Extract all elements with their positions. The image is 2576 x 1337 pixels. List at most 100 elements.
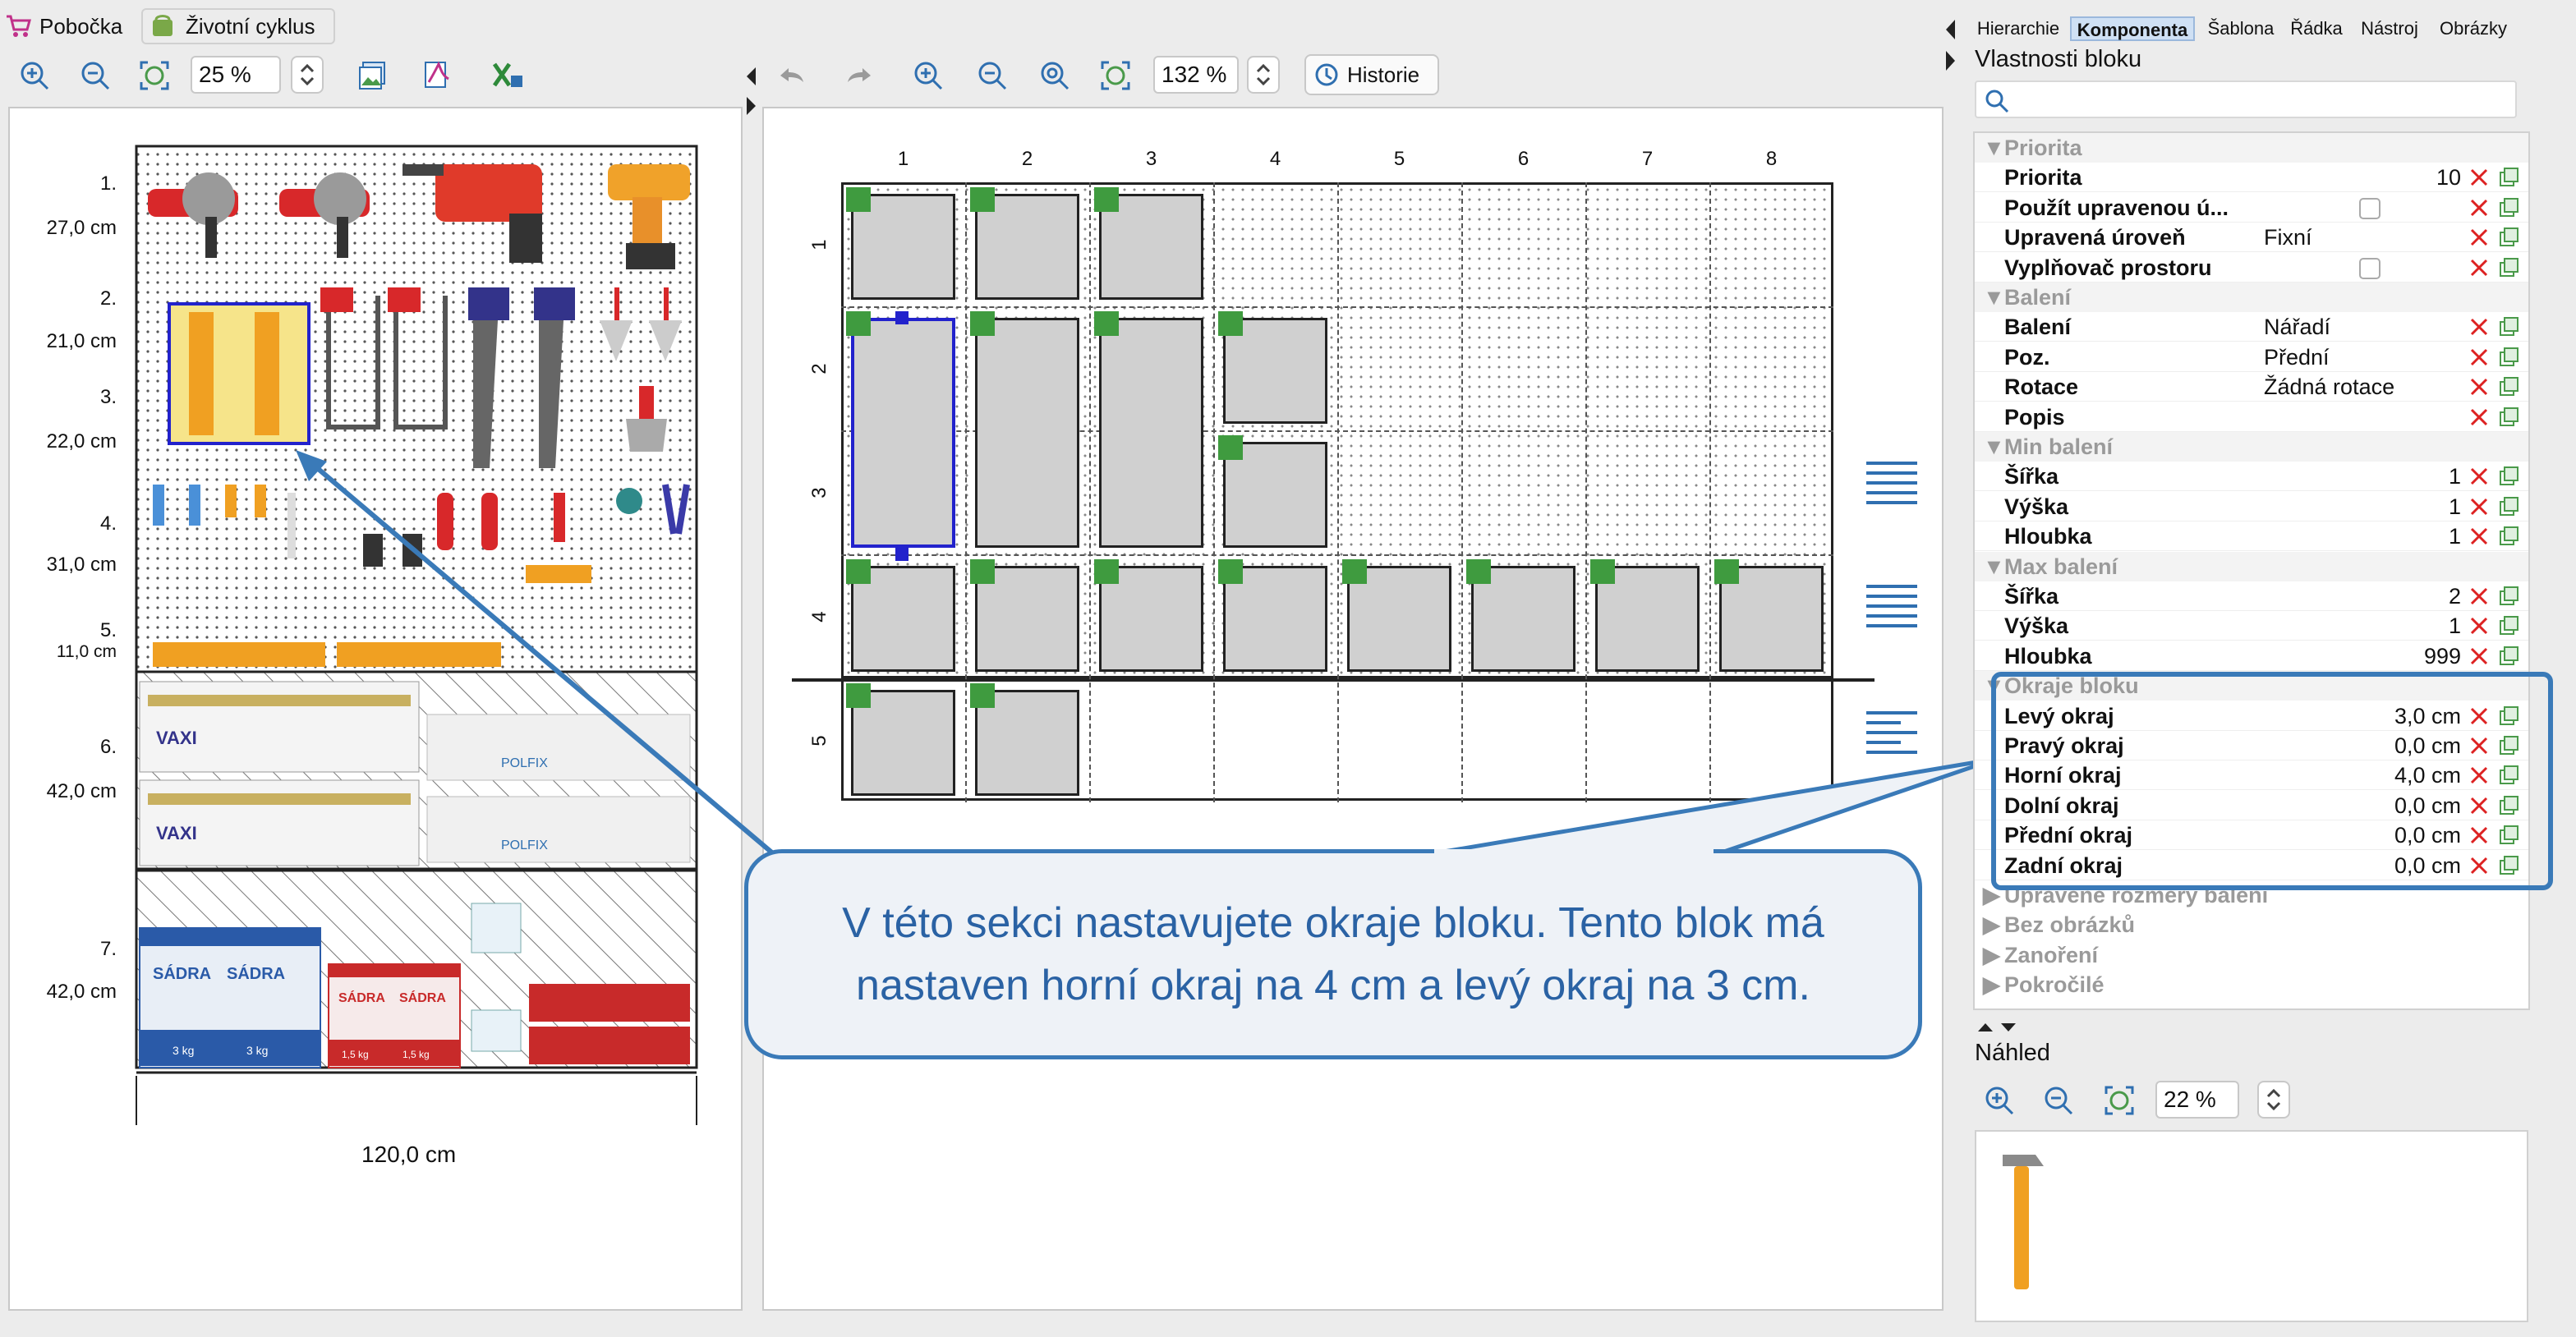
properties-search-input[interactable]	[2014, 85, 2507, 113]
section-toggle-icon[interactable]: ▼	[1983, 432, 2005, 462]
copy-value-icon[interactable]	[2497, 196, 2520, 219]
copy-value-icon[interactable]	[2497, 315, 2520, 338]
property-label: Vyplňovač prostoru	[2004, 255, 2212, 280]
reset-x-icon[interactable]	[2468, 226, 2491, 249]
preview-zoom-stepper[interactable]	[2257, 1081, 2290, 1119]
property-label: Výška	[2004, 494, 2069, 519]
fit-screen-icon	[2104, 1086, 2134, 1115]
section-toggle-icon[interactable]: ▼	[1983, 133, 2005, 163]
preview-zoom-in-button[interactable]	[1981, 1082, 2017, 1119]
property-value[interactable]: 2	[2449, 581, 2461, 611]
hammer-icon	[2003, 1155, 2044, 1289]
property-row-pouzit: Použít upravenou ú...	[1975, 193, 2528, 223]
reset-x-icon[interactable]	[2468, 585, 2491, 608]
section-label: Bez obrázků	[2004, 912, 2136, 938]
property-label: Hloubka	[2004, 524, 2092, 549]
callout-pointer-cover	[1434, 849, 1714, 857]
copy-value-icon[interactable]	[2497, 495, 2520, 518]
section-baleni[interactable]: ▼ Balení	[1975, 283, 2528, 312]
splitter-arrows-icon[interactable]	[1975, 1018, 2024, 1036]
property-label: Hloubka	[2004, 643, 2092, 668]
preview-title: Náhled	[1975, 1040, 2050, 1066]
property-row-priorita: Priorita 10	[1975, 163, 2528, 193]
property-row-baleni: Balení Nářadí	[1975, 312, 2528, 342]
property-label: Balení	[2004, 315, 2072, 340]
reset-x-icon[interactable]	[2468, 346, 2491, 369]
preview-zoom-field[interactable]: 22 %	[2155, 1081, 2239, 1119]
zoom-out-icon	[2045, 1087, 2073, 1115]
copy-value-icon[interactable]	[2497, 465, 2520, 488]
copy-value-icon[interactable]	[2497, 226, 2520, 249]
copy-value-icon[interactable]	[2497, 346, 2520, 369]
okraje-highlight	[1991, 672, 2553, 890]
property-value[interactable]: Nářadí	[2264, 312, 2330, 342]
property-label: Šířka	[2004, 584, 2059, 609]
copy-value-icon[interactable]	[2497, 166, 2520, 189]
reset-x-icon[interactable]	[2468, 406, 2491, 429]
copy-value-icon[interactable]	[2497, 256, 2520, 279]
property-label: Upravená úroveň	[2004, 225, 2186, 250]
property-value[interactable]: 1	[2449, 521, 2461, 551]
preview-zoom-out-button[interactable]	[2040, 1082, 2077, 1119]
reset-x-icon[interactable]	[2468, 375, 2491, 398]
property-row-min-sirka: Šířka 1	[1975, 462, 2528, 492]
property-label: Poz.	[2004, 344, 2050, 370]
property-value[interactable]: Fixní	[2264, 223, 2312, 252]
preview-fit-button[interactable]	[2101, 1082, 2137, 1119]
reset-x-icon[interactable]	[2468, 465, 2491, 488]
property-value[interactable]: Přední	[2264, 342, 2330, 372]
property-label: Výška	[2004, 613, 2069, 639]
property-value[interactable]: 999	[2424, 641, 2461, 671]
copy-value-icon[interactable]	[2497, 406, 2520, 429]
section-zanoreni[interactable]: ▶ Zanoření	[1975, 940, 2528, 970]
property-row-poz: Poz. Přední	[1975, 342, 2528, 372]
copy-value-icon[interactable]	[2497, 585, 2520, 608]
property-row-popis: Popis	[1975, 402, 2528, 432]
property-row-upravena: Upravená úroveň Fixní	[1975, 223, 2528, 253]
section-toggle-icon[interactable]: ▼	[1983, 552, 2005, 581]
properties-search[interactable]	[1975, 80, 2517, 118]
section-label: Max balení	[2004, 554, 2118, 579]
section-priorita[interactable]: ▼ Priorita	[1975, 133, 2528, 163]
properties-title: Vlastnosti bloku	[1975, 46, 2142, 72]
property-label: Popis	[2004, 404, 2065, 430]
section-bez-obrazku[interactable]: ▶ Bez obrázků	[1975, 910, 2528, 940]
section-max-baleni[interactable]: ▼ Max balení	[1975, 551, 2528, 581]
property-value[interactable]: 1	[2449, 492, 2461, 521]
property-row-rotace: Rotace Žádná rotace	[1975, 372, 2528, 402]
property-checkbox[interactable]	[2359, 257, 2380, 279]
property-value[interactable]: Žádná rotace	[2264, 372, 2394, 402]
section-toggle-icon[interactable]: ▼	[1983, 283, 2005, 312]
callout-box: V této sekci nastavujete okraje bloku. T…	[744, 849, 1922, 1059]
reset-x-icon[interactable]	[2468, 315, 2491, 338]
property-checkbox[interactable]	[2359, 197, 2380, 219]
stepper-icon	[2266, 1088, 2281, 1111]
property-label: Priorita	[2004, 165, 2082, 191]
reset-x-icon[interactable]	[2468, 495, 2491, 518]
reset-x-icon[interactable]	[2468, 645, 2491, 668]
section-min-baleni[interactable]: ▼ Min balení	[1975, 432, 2528, 462]
copy-value-icon[interactable]	[2497, 645, 2520, 668]
copy-value-icon[interactable]	[2497, 614, 2520, 637]
reset-x-icon[interactable]	[2468, 614, 2491, 637]
section-toggle-icon[interactable]: ▶	[1983, 970, 2000, 999]
property-row-vyplnovac: Vyplňovač prostoru	[1975, 253, 2528, 283]
reset-x-icon[interactable]	[2468, 196, 2491, 219]
reset-x-icon[interactable]	[2468, 166, 2491, 189]
property-value[interactable]: 10	[2436, 163, 2461, 192]
reset-x-icon[interactable]	[2468, 256, 2491, 279]
section-label: Zanoření	[2004, 942, 2099, 967]
section-toggle-icon[interactable]: ▶	[1983, 940, 2000, 970]
property-value[interactable]: 1	[2449, 462, 2461, 491]
copy-value-icon[interactable]	[2497, 525, 2520, 548]
section-toggle-icon[interactable]: ▶	[1983, 910, 2000, 940]
reset-x-icon[interactable]	[2468, 525, 2491, 548]
section-pokrocile[interactable]: ▶ Pokročilé	[1975, 970, 2528, 1000]
callout-text: V této sekci nastavujete okraje bloku. T…	[842, 899, 1824, 1009]
section-label: Min balení	[2004, 434, 2114, 459]
section-label: Balení	[2004, 285, 2072, 310]
property-row-max-hloubka: Hloubka 999	[1975, 641, 2528, 671]
property-row-min-hloubka: Hloubka 1	[1975, 521, 2528, 552]
copy-value-icon[interactable]	[2497, 375, 2520, 398]
property-value[interactable]: 1	[2449, 611, 2461, 641]
